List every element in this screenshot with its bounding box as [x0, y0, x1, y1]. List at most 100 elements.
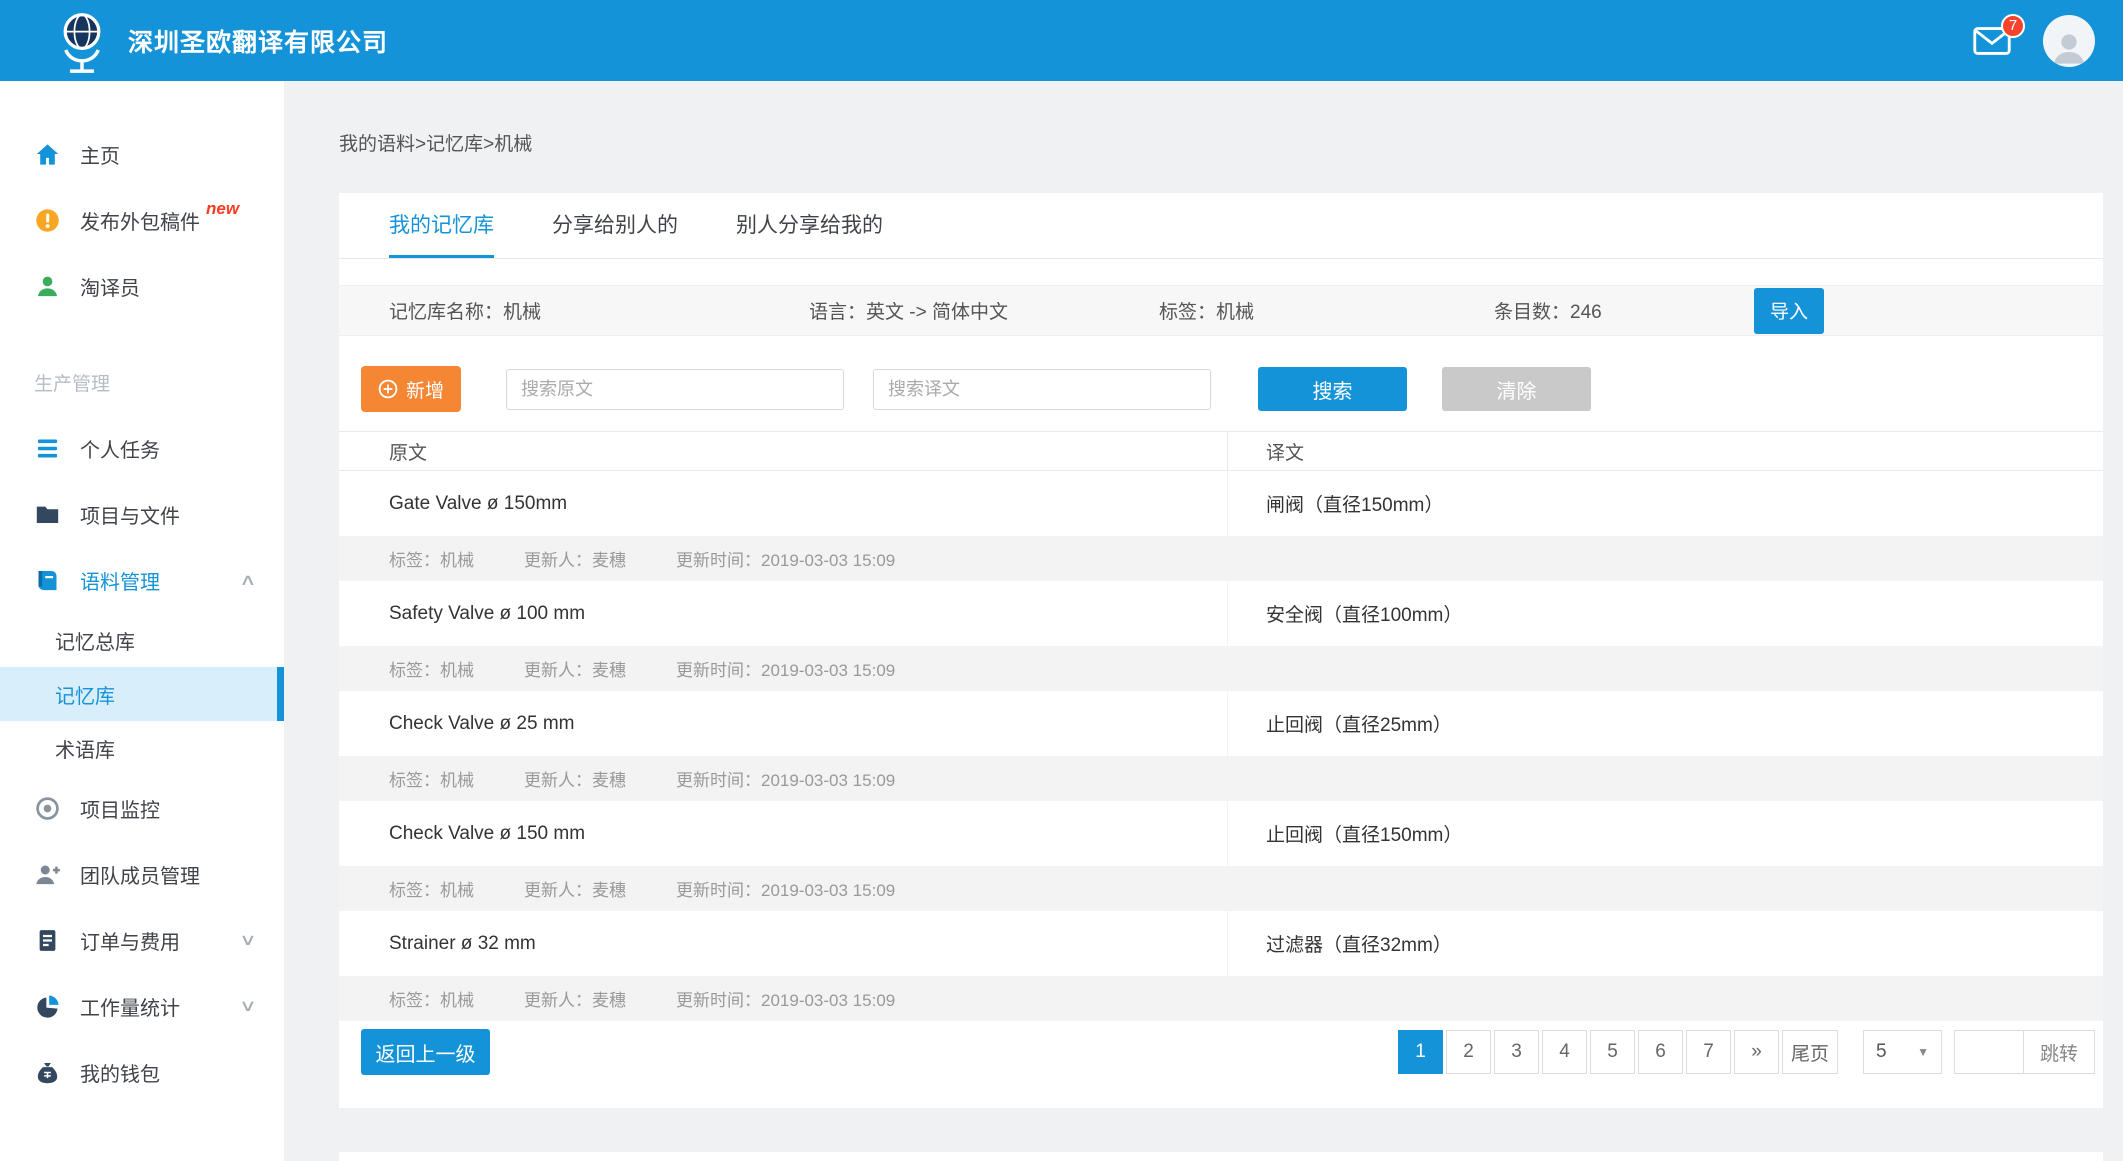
meta-tag: 标签：机械 [389, 986, 474, 1011]
sidebar-subitem-memory-master-lib[interactable]: 记忆总库 [0, 613, 284, 667]
page-button-2[interactable]: 2 [1446, 1030, 1491, 1074]
meta-updater: 更新人：麦穗 [524, 986, 626, 1011]
search-button[interactable]: 搜索 [1258, 367, 1407, 411]
entry-count-value: 246 [1570, 302, 1602, 323]
sidebar-item-translator-market[interactable]: 淘译员 [0, 253, 284, 319]
source-cell: Safety Valve ø 100 mm [339, 581, 1228, 646]
jump-page-input[interactable] [1954, 1030, 2024, 1074]
library-info-bar: 记忆库名称：机械 语言：英文 -> 简体中文 标签：机械 条目数：246 导入 [339, 285, 2103, 336]
table-row[interactable]: Check Valve ø 150 mm 止回阀（直径150mm） [339, 801, 2103, 866]
meta-updater: 更新人：麦穗 [524, 546, 626, 571]
row-meta: 标签：机械 更新人：麦穗 更新时间：2019-03-03 15:09 [339, 866, 2103, 911]
sidebar-item-label: 记忆库 [55, 680, 115, 709]
jump-button[interactable]: 跳转 [2023, 1030, 2095, 1074]
page-button-1[interactable]: 1 [1398, 1030, 1443, 1074]
sidebar-item-label: 项目监控 [80, 794, 160, 823]
sidebar-item-label: 淘译员 [80, 272, 140, 301]
page-button-5[interactable]: 5 [1590, 1030, 1635, 1074]
library-name-value: 机械 [503, 302, 541, 323]
pie-chart-icon [34, 993, 61, 1020]
search-target-input[interactable] [873, 369, 1211, 410]
sidebar-section-production: 生产管理 [0, 349, 284, 415]
row-meta: 标签：机械 更新人：麦穗 更新时间：2019-03-03 15:09 [339, 756, 2103, 801]
page-size-select[interactable]: 5 ▼ [1863, 1030, 1942, 1074]
page-button-6[interactable]: 6 [1638, 1030, 1683, 1074]
meta-updater: 更新人：麦穗 [524, 876, 626, 901]
sidebar-item-corpus-management[interactable]: 语料管理 ∧ [0, 547, 284, 613]
table-row[interactable]: Safety Valve ø 100 mm 安全阀（直径100mm） [339, 581, 2103, 646]
home-icon [34, 141, 61, 168]
sidebar-item-projects-files[interactable]: 项目与文件 [0, 481, 284, 547]
sidebar-item-label: 术语库 [55, 734, 115, 763]
tab-shared-by-me[interactable]: 分享给别人的 [552, 193, 678, 258]
sidebar-item-personal-tasks[interactable]: 个人任务 [0, 415, 284, 481]
meta-tag: 标签：机械 [389, 766, 474, 791]
tab-my-memory[interactable]: 我的记忆库 [389, 193, 494, 258]
sidebar-subitem-term-lib[interactable]: 术语库 [0, 721, 284, 775]
source-cell: Gate Valve ø 150mm [339, 471, 1228, 536]
meta-updated-time: 更新时间：2019-03-03 15:09 [676, 656, 895, 681]
table-row[interactable]: Check Valve ø 25 mm 止回阀（直径25mm） [339, 691, 2103, 756]
company-logo-icon [56, 11, 108, 71]
page-button-3[interactable]: 3 [1494, 1030, 1539, 1074]
tab-shared-with-me[interactable]: 别人分享给我的 [736, 193, 883, 258]
meta-updated-time: 更新时间：2019-03-03 15:09 [676, 986, 895, 1011]
import-button[interactable]: 导入 [1754, 288, 1824, 334]
source-cell: Check Valve ø 150 mm [339, 801, 1228, 866]
pagination: 1 2 3 4 5 6 7 » 尾页 5 ▼ 跳转 [1398, 1030, 2095, 1074]
sidebar-item-label: 团队成员管理 [80, 860, 200, 889]
breadcrumb[interactable]: 我的语料>记忆库>机械 [339, 129, 2123, 156]
sidebar-item-label: 项目与文件 [80, 500, 180, 529]
sidebar-subitem-memory-lib[interactable]: 记忆库 [0, 667, 284, 721]
tag-value: 机械 [1216, 302, 1254, 323]
company-name: 深圳圣欧翻译有限公司 [128, 23, 388, 59]
column-header-target: 译文 [1228, 432, 2103, 470]
language-label: 语言： [809, 302, 866, 323]
target-cell: 过滤器（直径32mm） [1228, 911, 2103, 976]
entry-count-label: 条目数： [1494, 302, 1570, 323]
toolbar: 新增 搜索 清除 [339, 366, 2103, 412]
mail-count-badge: 7 [2001, 14, 2025, 38]
corpus-book-icon [34, 567, 61, 594]
tag-label: 标签： [1159, 302, 1216, 323]
order-document-icon [34, 927, 61, 954]
page-button-7[interactable]: 7 [1686, 1030, 1731, 1074]
sidebar-item-home[interactable]: 主页 [0, 121, 284, 187]
row-meta: 标签：机械 更新人：麦穗 更新时间：2019-03-03 15:09 [339, 646, 2103, 691]
sidebar-item-team-management[interactable]: 团队成员管理 [0, 841, 284, 907]
mail-button[interactable]: 7 [1973, 26, 2011, 56]
monitor-target-icon [34, 795, 61, 822]
row-meta: 标签：机械 更新人：麦穗 更新时间：2019-03-03 15:09 [339, 976, 2103, 1021]
meta-tag: 标签：机械 [389, 656, 474, 681]
meta-updated-time: 更新时间：2019-03-03 15:09 [676, 546, 895, 571]
team-members-icon [34, 861, 61, 888]
top-header: 深圳圣欧翻译有限公司 7 [0, 0, 2123, 81]
target-cell: 止回阀（直径25mm） [1228, 691, 2103, 756]
page-button-more[interactable]: » [1734, 1030, 1779, 1074]
search-source-input[interactable] [506, 369, 844, 410]
page-button-last[interactable]: 尾页 [1782, 1030, 1838, 1074]
column-header-source: 原文 [339, 432, 1228, 470]
table-row[interactable]: Gate Valve ø 150mm 闸阀（直径150mm） [339, 471, 2103, 536]
clear-button[interactable]: 清除 [1442, 367, 1591, 411]
meta-tag: 标签：机械 [389, 546, 474, 571]
page-button-4[interactable]: 4 [1542, 1030, 1587, 1074]
sidebar-item-publish-outsource[interactable]: 发布外包稿件 new [0, 187, 284, 253]
sidebar-item-workload-stats[interactable]: 工作量统计 ∨ [0, 973, 284, 1039]
user-avatar[interactable] [2043, 15, 2095, 67]
sidebar-item-my-wallet[interactable]: 我的钱包 [0, 1039, 284, 1105]
sidebar-item-label: 工作量统计 [80, 992, 180, 1021]
source-cell: Strainer ø 32 mm [339, 911, 1228, 976]
table-row[interactable]: Strainer ø 32 mm 过滤器（直径32mm） [339, 911, 2103, 976]
source-cell: Check Valve ø 25 mm [339, 691, 1228, 756]
sidebar-item-orders-fees[interactable]: 订单与费用 ∨ [0, 907, 284, 973]
translator-person-icon [34, 273, 61, 300]
back-button[interactable]: 返回上一级 [361, 1029, 490, 1075]
person-icon [2049, 27, 2089, 67]
add-entry-button[interactable]: 新增 [361, 366, 461, 412]
table-header-row: 原文 译文 [339, 431, 2103, 471]
next-section-strip [339, 1152, 2103, 1161]
meta-updater: 更新人：麦穗 [524, 656, 626, 681]
sidebar-item-project-monitoring[interactable]: 项目监控 [0, 775, 284, 841]
library-name-label: 记忆库名称： [389, 302, 503, 323]
